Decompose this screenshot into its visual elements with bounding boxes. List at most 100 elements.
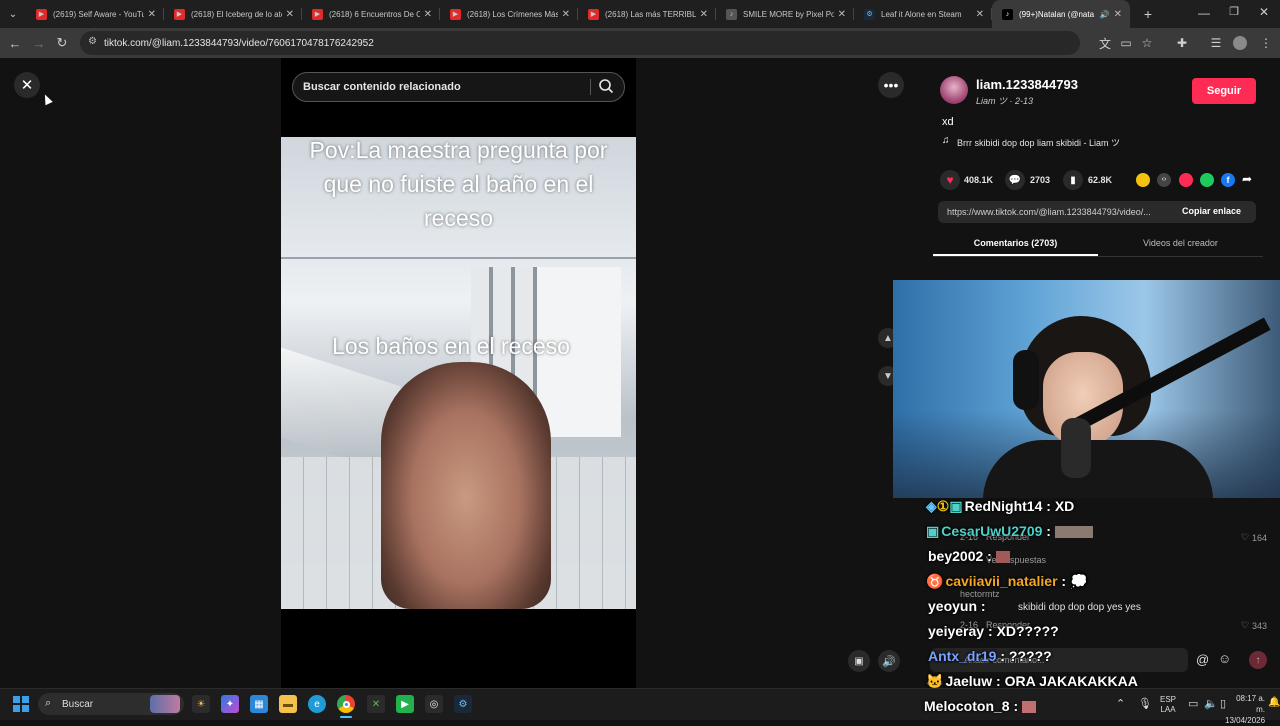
bookmark-icon[interactable]: ▮ [1063,170,1083,190]
facebook-share-icon[interactable]: f [1221,173,1235,187]
tabs-divider [933,256,1263,257]
caption-top: Pov:La maestra pregunta por que no fuist… [309,137,608,231]
search-divider [590,79,591,95]
video-description: xd [942,116,954,128]
share-arrow-icon[interactable]: ➦ [1242,172,1252,186]
chat-message: yeoyun : [926,598,986,614]
coin-share-icon[interactable] [1136,173,1150,187]
creator-avatar[interactable] [940,76,968,104]
tab-creator-videos[interactable]: Videos del creador [1098,238,1263,248]
new-tab-icon[interactable]: + [1136,2,1160,26]
save-count: 62.8K [1088,175,1113,185]
youtube-icon: ▶ [174,8,185,20]
network-tray-icon[interactable]: ▭ [1188,697,1198,710]
language-code: ESP [1160,695,1177,704]
chrome-icon[interactable] [337,695,355,713]
close-tab-icon[interactable]: ✕ [424,9,432,20]
microsoft-store-icon[interactable]: ▦ [250,695,268,713]
copilot-icon[interactable]: ✦ [221,695,239,713]
green-app-icon[interactable]: ▶ [396,695,414,713]
close-tab-icon[interactable]: ✕ [976,9,984,20]
line-share-icon[interactable] [1200,173,1214,187]
browser-tab[interactable]: ▶ (2618) Las más TERRIBLES ✕ [578,0,716,28]
browser-tab[interactable]: ▶ (2619) Self Aware - YouTube ✕ [26,0,164,28]
copy-link-button[interactable]: Copiar enlace [1182,206,1241,216]
microphone-tray-icon[interactable]: 🎙 [1138,697,1152,710]
tab-comments[interactable]: Comentarios (2703) [933,238,1098,248]
related-search-input[interactable]: Buscar contenido relacionado [292,72,625,102]
chat-colon: : [977,598,986,614]
more-options-icon[interactable]: ••• [878,72,904,98]
restore-window-icon[interactable]: ❐ [1226,5,1242,21]
creator-display-date: Liam ツ · 2-13 [976,96,1034,106]
browser-tab[interactable]: ▶ (2618) Los Crímenes Más ✕ [440,0,578,28]
chat-colon: : [1009,698,1023,714]
browser-tab-active[interactable]: ♪ (99+)Natalan (@nata 🔊 ✕ [992,0,1130,28]
chat-badge-icon: ▣ [949,498,963,514]
embed-code-icon[interactable]: ‹› [1157,173,1171,187]
system-clock[interactable]: 08:17 a. m. 13/04/2026 [1225,693,1265,726]
forward-arrow-icon[interactable]: → [27,31,51,55]
file-explorer-icon[interactable]: ▬ [279,695,297,713]
language-indicator[interactable]: ESP LAA [1160,695,1176,715]
cast-icon[interactable]: ▭ [1116,33,1136,53]
caption-mid: Los baños en el receso [332,333,570,359]
edge-browser-icon[interactable]: e [308,695,326,713]
man-face [381,362,551,609]
tiktok-icon: ♪ [1002,8,1013,20]
chat-text: XD [1054,498,1075,514]
tab-list-chevron-icon[interactable]: ⌄ [0,2,26,26]
extensions-icon[interactable]: ✚ [1172,33,1192,53]
creator-username[interactable]: liam.1233844793 [976,77,1078,92]
close-tab-icon[interactable]: ✕ [1114,9,1122,20]
search-icon[interactable] [598,78,616,96]
bookmark-star-icon[interactable]: ☆ [1137,33,1157,53]
windows-start-icon[interactable] [13,696,29,712]
clock-date: 13/04/2026 [1225,716,1266,725]
reload-icon[interactable]: ↻ [50,31,74,55]
translate-icon[interactable]: 文 [1095,33,1115,53]
mute-tab-icon[interactable]: 🔊 [1100,10,1110,19]
like-heart-icon[interactable]: ♥ [940,170,960,190]
close-tab-icon[interactable]: ✕ [838,9,846,20]
browser-tab[interactable]: ♪ SMILE MORE by Pixel Pon ✕ [716,0,854,28]
browser-tab[interactable]: ▶ (2618) 6 Encuentros De Cr ✕ [302,0,440,28]
xbox-app-icon[interactable]: ✕ [367,695,385,713]
comment-icon[interactable]: 💬 [1005,170,1025,190]
url-field[interactable]: ⚙ tiktok.com/@liam.1233844793/video/7606… [80,31,1080,55]
chat-text: ORA JAKAKAKKAA [1004,673,1138,689]
back-arrow-icon[interactable]: ← [3,31,27,55]
follow-button[interactable]: Seguir [1192,78,1256,104]
repost-icon[interactable] [1179,173,1193,187]
chat-text: XD????? [996,623,1059,639]
recording-app-icon[interactable]: ◎ [425,695,443,713]
notification-bell-icon[interactable]: 🔔 [1268,697,1280,708]
address-bar: ← → ↻ ⚙ tiktok.com/@liam.1233844793/vide… [0,28,1280,58]
video-link-text[interactable]: https://www.tiktok.com/@liam.1233844793/… [947,207,1175,217]
browser-menu-icon[interactable]: ⋮ [1256,33,1276,53]
volume-tray-icon[interactable]: 🔈 [1204,697,1218,710]
chat-badge-icon: ◈ [926,498,937,514]
browser-tab[interactable]: ⚙ Leaf it Alone en Steam ✕ [854,0,992,28]
close-video-icon[interactable]: ✕ [14,72,40,98]
site-info-icon[interactable]: ⚙ [88,36,97,47]
close-tab-icon[interactable]: ✕ [700,9,708,20]
close-tab-icon[interactable]: ✕ [562,9,570,20]
tab-title: (2618) Los Crímenes Más [467,9,558,19]
browser-tab[interactable]: ▶ (2618) El Iceberg de lo aterrador ✕ [164,0,302,28]
close-tab-icon[interactable]: ✕ [148,9,156,20]
mini-player-icon[interactable]: ▣ [848,650,870,672]
show-hidden-icons-chevron[interactable]: ⌃ [1116,697,1125,710]
chat-colon: : [996,648,1009,664]
sound-name[interactable]: Brrr skibidi dop dop liam skibidi - Liam… [957,136,1120,149]
steam-taskbar-icon[interactable]: ⚙ [454,695,472,713]
weather-widget-icon[interactable]: ☀ [192,695,210,713]
close-tab-icon[interactable]: ✕ [286,9,294,20]
profile-avatar-icon[interactable] [1230,33,1250,53]
close-window-icon[interactable]: ✕ [1256,5,1272,21]
start-tile [13,705,20,712]
volume-icon[interactable]: 🔊 [878,650,900,672]
minimize-window-icon[interactable]: — [1196,6,1212,22]
chat-colon: : [1057,573,1070,589]
tab-search-icon[interactable]: ☰ [1206,33,1226,53]
